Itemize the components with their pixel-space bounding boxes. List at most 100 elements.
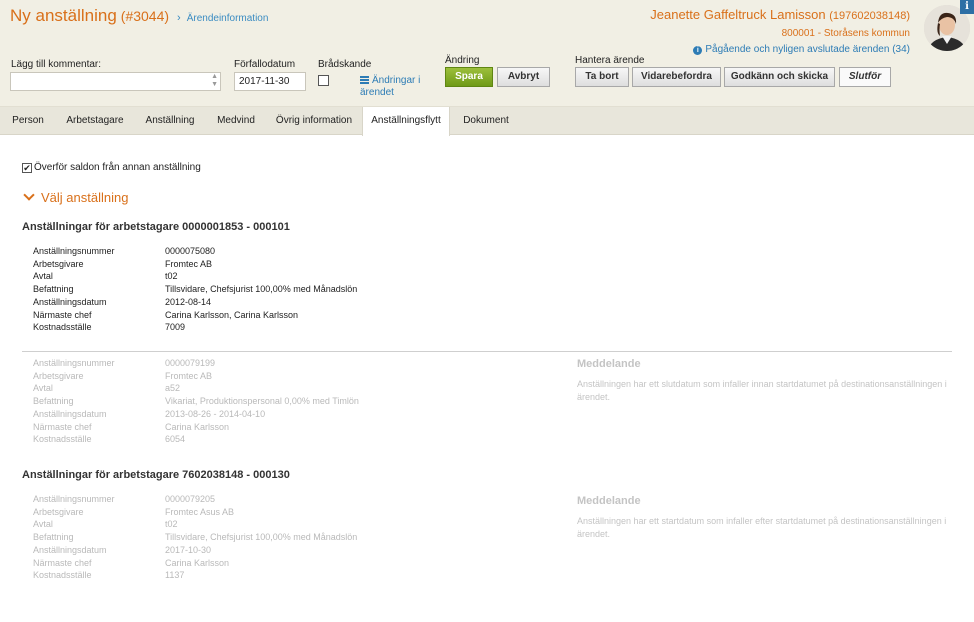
field-value: 0000079205 bbox=[165, 494, 216, 504]
due-date-label: Förfallodatum bbox=[234, 59, 296, 70]
chevron-down-icon bbox=[23, 189, 35, 201]
field-label: Arbetsgivare bbox=[33, 506, 84, 517]
field-value: 2013-08-26 - 2014-04-10 bbox=[165, 408, 266, 419]
field-row: Arbetsgivare Fromtec AB bbox=[33, 370, 359, 383]
field-row: Anställningsnummer 0000075080 bbox=[33, 245, 357, 258]
tab-employee[interactable]: Arbetstagare bbox=[56, 107, 134, 135]
field-row: Avtal a52 bbox=[33, 382, 359, 395]
user-personal-number: (197602038148) bbox=[829, 10, 910, 22]
delete-button[interactable]: Ta bort bbox=[575, 67, 629, 87]
field-value: 7009 bbox=[165, 322, 186, 333]
field-label: Närmaste chef bbox=[33, 421, 92, 432]
field-label: Kostnadsställe bbox=[33, 570, 92, 581]
transfer-balances-checkbox[interactable]: ✔ bbox=[22, 163, 32, 173]
resize-spinner-icon: ▲ ▼ bbox=[211, 73, 218, 88]
field-value: Carina Karlsson bbox=[165, 557, 230, 568]
user-info: Jeanette Gaffeltruck Lamisson (197602038… bbox=[650, 7, 910, 55]
changes-link-text: Ändringar i ärendet bbox=[360, 75, 421, 98]
field-label: Arbetsgivare bbox=[33, 370, 84, 381]
field-value: 2012-08-14 bbox=[165, 296, 212, 307]
field-row: Närmaste chef Carina Karlsson bbox=[33, 557, 357, 570]
transfer-balances-option[interactable]: ✔ Överför saldon från annan anställning bbox=[22, 162, 201, 173]
field-label: Befattning bbox=[33, 284, 74, 295]
user-organization: 800001 - Storåsens kommun bbox=[781, 28, 910, 39]
tab-employment-transfer[interactable]: Anställningsflytt bbox=[362, 107, 450, 136]
field-row: Kostnadsställe 6054 bbox=[33, 433, 359, 446]
breadcrumb-case-info[interactable]: Ärendeinformation bbox=[187, 13, 269, 24]
field-value: Tillsvidare, Chefsjurist 100,00% med Mån… bbox=[165, 532, 358, 543]
field-value: 0000079199 bbox=[165, 358, 216, 368]
divider bbox=[22, 351, 952, 352]
field-value: t02 bbox=[165, 271, 178, 282]
field-row: Kostnadsställe 1137 bbox=[33, 569, 357, 582]
changes-link[interactable]: Ändringar i ärendet bbox=[360, 75, 430, 99]
due-date-field[interactable]: 2017-11-30 bbox=[234, 72, 306, 91]
employment-card[interactable]: Anställningsnummer 0000075080 Arbetsgivar… bbox=[33, 245, 357, 334]
message-title: Meddelande bbox=[577, 495, 641, 507]
message-box: Meddelande Anställningen har ett startda… bbox=[577, 495, 957, 541]
field-row: Befattning Tillsvidare, Chefsjurist 100,0… bbox=[33, 531, 357, 544]
message-box: Meddelande Anställningen har ett slutdat… bbox=[577, 358, 957, 404]
comment-input[interactable]: ▲ ▼ bbox=[10, 72, 221, 91]
field-row: Kostnadsställe 7009 bbox=[33, 321, 357, 334]
field-row: Avtal t02 bbox=[33, 270, 357, 283]
tab-other-info[interactable]: Övrig information bbox=[266, 107, 362, 135]
tab-employment[interactable]: Anställning bbox=[134, 107, 206, 135]
field-label: Närmaste chef bbox=[33, 309, 92, 320]
field-value: 6054 bbox=[165, 434, 186, 445]
employment-card-disabled: Anställningsnummer 0000079205 Arbetsgivar… bbox=[33, 493, 357, 582]
finish-button[interactable]: Slutför bbox=[839, 67, 891, 87]
field-label: Närmaste chef bbox=[33, 557, 92, 568]
field-row: Anställningsnummer 0000079205 bbox=[33, 493, 357, 506]
field-value: 0000075080 bbox=[165, 246, 216, 256]
field-value: Vikariat, Produktionspersonal 0,00% med … bbox=[165, 396, 359, 407]
approve-send-button[interactable]: Godkänn och skicka bbox=[724, 67, 835, 87]
urgent-checkbox[interactable] bbox=[318, 75, 329, 86]
title-row: Ny anställning (#3044) › Ärendeinformati… bbox=[10, 6, 268, 26]
field-row: Befattning Tillsvidare, Chefsjurist 100,0… bbox=[33, 283, 357, 296]
employment-card-disabled: Anställningsnummer 0000079199 Arbetsgivar… bbox=[33, 357, 359, 446]
select-employment-toggle[interactable]: Välj anställning bbox=[22, 189, 129, 205]
field-label: Avtal bbox=[33, 271, 53, 282]
field-row: Anställningsnummer 0000079199 bbox=[33, 357, 359, 370]
field-row: Arbetsgivare Fromtec Asus AB bbox=[33, 506, 357, 519]
tab-documents[interactable]: Dokument bbox=[450, 107, 522, 135]
cases-link[interactable]: i Pågående och nyligen avslutade ärenden … bbox=[650, 44, 910, 55]
message-text: Anställningen har ett startdatum som inf… bbox=[577, 516, 947, 539]
transfer-balances-label: Överför saldon från annan anställning bbox=[34, 162, 201, 173]
field-value: a52 bbox=[165, 383, 181, 394]
employee-group-heading: Anställningar för arbetstagare 000000185… bbox=[22, 221, 290, 233]
field-value: 1137 bbox=[165, 570, 185, 581]
employee-group-heading: Anställningar för arbetstagare 760203814… bbox=[22, 469, 290, 481]
field-label: Anställningsdatum bbox=[33, 296, 107, 307]
info-corner-icon[interactable]: i bbox=[960, 0, 974, 14]
field-label: Avtal bbox=[33, 383, 53, 394]
list-icon bbox=[360, 76, 369, 84]
case-header: Ny anställning (#3044) › Ärendeinformati… bbox=[0, 0, 974, 107]
field-label: Kostnadsställe bbox=[33, 322, 92, 333]
field-row: Arbetsgivare Fromtec AB bbox=[33, 258, 357, 271]
user-name-text: Jeanette Gaffeltruck Lamisson bbox=[650, 7, 826, 22]
field-value: t02 bbox=[165, 519, 178, 530]
tab-person[interactable]: Person bbox=[0, 107, 56, 135]
tab-medvind[interactable]: Medvind bbox=[206, 107, 266, 135]
comment-label: Lägg till kommentar: bbox=[11, 59, 102, 70]
cancel-button[interactable]: Avbryt bbox=[497, 67, 550, 87]
field-value: 2017-10-30 bbox=[165, 544, 212, 555]
forward-button[interactable]: Vidarebefordra bbox=[632, 67, 721, 87]
save-button[interactable]: Spara bbox=[445, 67, 493, 87]
field-row: Anställningsdatum 2012-08-14 bbox=[33, 296, 357, 309]
field-value: Carina Karlsson, Carina Karlsson bbox=[165, 309, 299, 320]
field-label: Arbetsgivare bbox=[33, 258, 84, 269]
manage-case-label: Hantera ärende bbox=[575, 55, 645, 66]
tab-bar: Person Arbetstagare Anställning Medvind … bbox=[0, 107, 974, 136]
field-label: Befattning bbox=[33, 532, 74, 543]
field-label: Anställningsnummer bbox=[33, 358, 115, 368]
field-value: Tillsvidare, Chefsjurist 100,00% med Mån… bbox=[165, 284, 358, 295]
field-label: Avtal bbox=[33, 519, 53, 530]
message-title: Meddelande bbox=[577, 358, 641, 370]
user-name[interactable]: Jeanette Gaffeltruck Lamisson (197602038… bbox=[650, 7, 910, 22]
select-employment-label: Välj anställning bbox=[41, 190, 129, 205]
urgent-label: Brådskande bbox=[318, 59, 372, 70]
field-label: Anställningsnummer bbox=[33, 494, 115, 504]
